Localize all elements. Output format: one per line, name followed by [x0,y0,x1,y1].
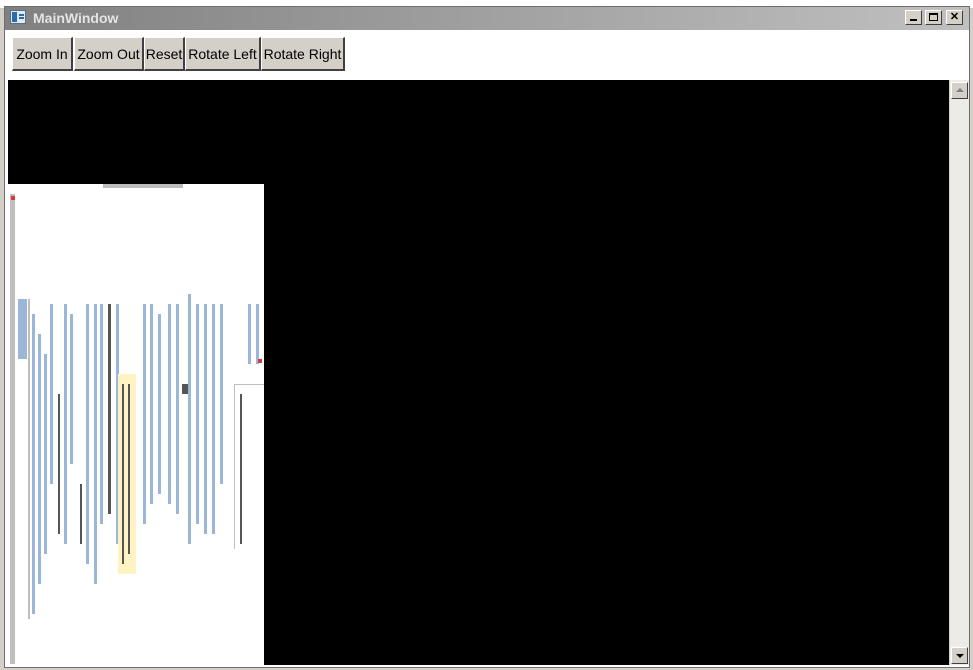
image-block [220,304,223,484]
toolbar: Zoom In Zoom Out Reset Rotate Left Rotat… [5,30,969,80]
image-divider [234,384,235,549]
close-icon: ✕ [949,11,960,23]
image-block [122,384,124,564]
graphics-view[interactable] [8,80,949,665]
image-block [204,304,207,534]
maximize-button[interactable] [925,10,942,25]
window-title: MainWindow [33,10,119,26]
rotate-left-button[interactable]: Rotate Left [185,37,261,71]
close-button[interactable]: ✕ [946,10,963,25]
image-block [196,304,199,524]
image-block [64,304,67,544]
image-block [150,304,153,504]
maximize-icon [929,13,938,21]
image-block [58,394,60,534]
scroll-down-button[interactable] [951,647,968,664]
rotated-screenshot-image[interactable] [8,184,264,665]
image-block [108,304,111,514]
reset-button[interactable]: Reset [144,37,185,71]
image-divider [234,384,264,385]
image-block [38,334,41,584]
image-block [18,299,27,359]
image-block [44,354,47,554]
zoom-out-button[interactable]: Zoom Out [74,37,144,71]
image-block [176,304,179,514]
main-window: MainWindow ✕ Zoom In Zoom Out Reset Rota… [4,6,970,668]
image-edge-strip [10,194,15,664]
image-block [143,304,146,524]
arrow-up-icon [956,88,964,92]
image-block [50,304,53,484]
vertical-scrollbar[interactable] [949,80,969,665]
image-block [86,304,89,564]
minimize-button[interactable] [905,10,922,25]
image-block [94,304,97,584]
image-block [188,294,191,544]
scroll-up-button[interactable] [951,82,968,99]
image-block [70,314,73,464]
image-block [128,384,130,554]
image-block [28,299,30,619]
image-highlight-block [118,374,136,574]
image-block [212,304,215,534]
zoom-in-button[interactable]: Zoom In [12,37,73,71]
image-block [158,314,161,494]
image-scrollbar-thumb [103,184,183,188]
app-icon [10,10,26,24]
image-block [80,484,82,544]
image-block [168,304,171,504]
image-red-mark [258,359,262,363]
image-block [256,304,259,364]
rotate-right-button[interactable]: Rotate Right [261,37,345,71]
title-bar[interactable]: MainWindow ✕ [5,7,969,30]
image-block [248,304,251,364]
image-block [100,304,103,524]
image-red-mark [11,196,15,200]
image-block [32,314,35,614]
minimize-icon [910,19,917,21]
arrow-down-icon [956,654,964,658]
image-block [240,394,242,544]
